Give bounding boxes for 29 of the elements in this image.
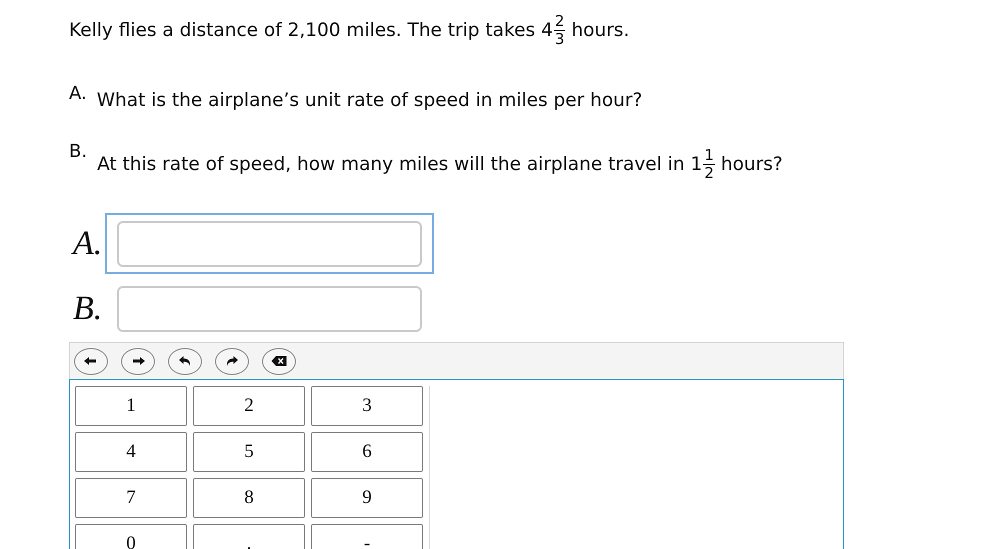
- right-button[interactable]: [121, 348, 155, 374]
- keypad-key[interactable]: .: [193, 524, 305, 549]
- keypad-key[interactable]: 9: [311, 478, 423, 518]
- redo-icon: [224, 355, 240, 367]
- keypad-key[interactable]: 3: [311, 386, 423, 426]
- answer-label: A.: [73, 224, 104, 262]
- keypad-key[interactable]: 7: [75, 478, 187, 518]
- keypad-key[interactable]: 5: [193, 432, 305, 472]
- keypad-key[interactable]: 2: [193, 386, 305, 426]
- keypad-key[interactable]: 0: [75, 524, 187, 549]
- keypad-key[interactable]: 8: [193, 478, 305, 518]
- arrow-left-icon: [83, 355, 99, 367]
- backspace-button[interactable]: [262, 348, 296, 374]
- answer-label: B.: [73, 290, 104, 328]
- question-text: What is the airplane’s unit rate of speed in miles per hour?: [96, 90, 642, 111]
- undo-button[interactable]: [168, 348, 202, 374]
- answer-field[interactable]: [117, 286, 422, 332]
- question-label: A.: [69, 85, 87, 103]
- redo-button[interactable]: [215, 348, 249, 374]
- keypad-key[interactable]: 4: [75, 432, 187, 472]
- keypad-key[interactable]: 6: [311, 432, 423, 472]
- undo-icon: [177, 355, 193, 367]
- arrow-right-icon: [130, 355, 146, 367]
- question-label: B.: [69, 143, 88, 161]
- keypad-key[interactable]: 1: [75, 386, 187, 426]
- backspace-icon: [271, 355, 287, 367]
- answer-field[interactable]: [117, 221, 422, 267]
- keypad-key[interactable]: -: [311, 524, 423, 549]
- left-button[interactable]: [74, 348, 108, 374]
